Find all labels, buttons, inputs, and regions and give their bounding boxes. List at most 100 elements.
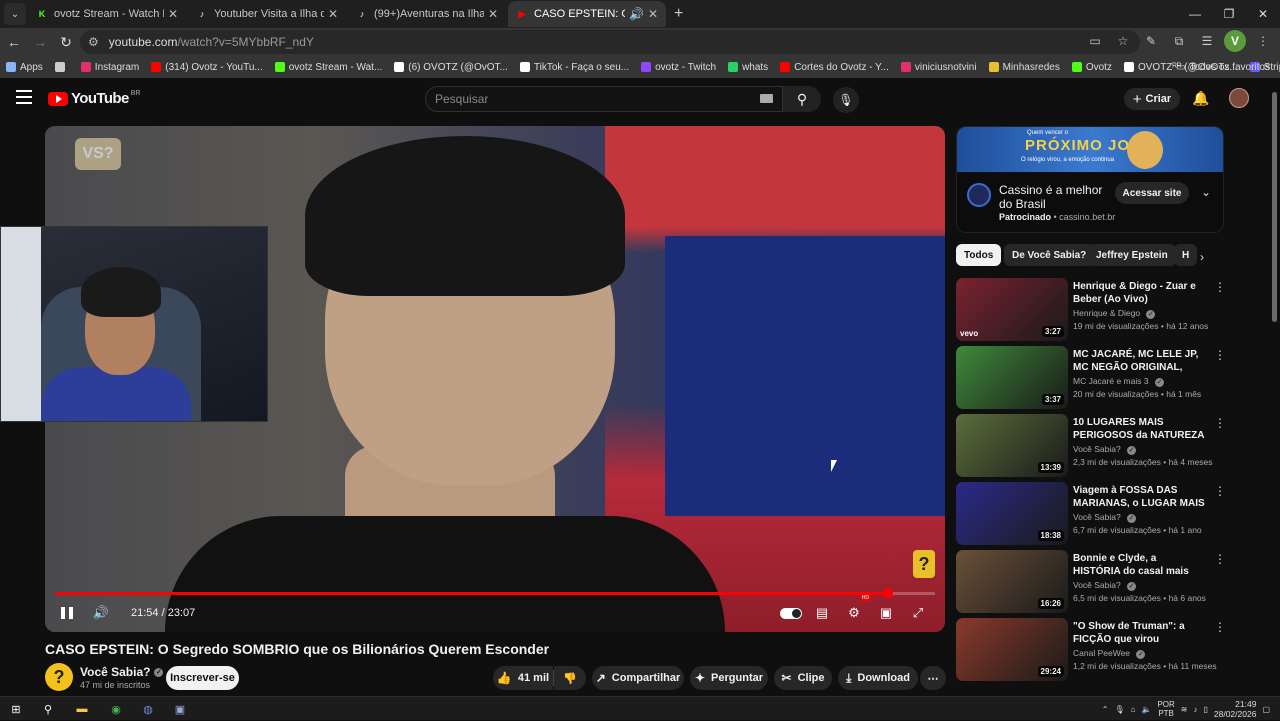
more-actions-button[interactable]: ⋯ — [920, 666, 946, 690]
page-scrollbar[interactable] — [1270, 80, 1280, 696]
autoplay-toggle[interactable] — [779, 598, 803, 628]
browser-menu-icon[interactable]: ⋮ — [1252, 30, 1274, 52]
search-input[interactable]: Pesquisar — [425, 86, 783, 112]
address-bar[interactable]: ⚙ youtube.com/watch?v=5MYbbRF_ndY — [80, 30, 1140, 54]
channel-name-link[interactable]: Você Sabia? ✓ — [80, 665, 164, 679]
recommended-channel[interactable]: Canal PeeWee ✓ — [1073, 648, 1146, 659]
recommended-channel[interactable]: Você Sabia? ✓ — [1073, 512, 1137, 523]
forward-button[interactable]: → — [28, 30, 52, 54]
account-avatar[interactable] — [1229, 88, 1249, 108]
video-thumbnail[interactable]: 18:38 — [956, 482, 1068, 545]
ad-banner[interactable]: Quem vencer o PRÓXIMO JOGO! O relógio vi… — [957, 127, 1223, 172]
extensions-puzzle-icon[interactable]: ⧉ — [1168, 30, 1190, 52]
terminal-icon[interactable]: ▣ — [170, 699, 190, 719]
more-vert-icon[interactable]: ⋮ — [1214, 552, 1226, 566]
browser-tab[interactable]: ▶ CASO EPSTEIN: O Segredo 🔊 ✕ — [508, 1, 666, 27]
like-button[interactable]: 👍 41 mil — [493, 666, 553, 690]
browser-tab[interactable]: ♪ (99+)Aventuras na Ilha de Epst ✕ — [348, 1, 506, 27]
recommended-title[interactable]: Viagem à FOSSA DAS MARIANAS, o LUGAR MAI… — [1073, 484, 1206, 510]
tab-close-icon[interactable]: ✕ — [648, 7, 658, 21]
chrome-icon[interactable]: ◉ — [106, 699, 126, 719]
file-explorer-icon[interactable]: ▬ — [72, 699, 92, 719]
recommended-video[interactable]: vevo 3:27 Henrique & Diego - Zuar e Beber … — [956, 278, 1226, 342]
notifications-bell-icon[interactable]: 🔔 — [1192, 90, 1209, 107]
reload-button[interactable]: ↻ — [54, 30, 78, 54]
windows-start-icon[interactable]: ⊞ — [6, 699, 26, 719]
bookmark-item[interactable]: (6) OVOTZ (@OvOT... — [388, 62, 514, 73]
ask-button[interactable]: ✦ Perguntar — [690, 666, 768, 690]
pause-button[interactable] — [57, 598, 77, 628]
bookmark-item[interactable]: Minhasredes — [983, 62, 1066, 73]
bookmark-item[interactable]: Cortes do Ovotz - Y... — [774, 62, 895, 73]
tray-volume-icon[interactable]: 🔈 — [1141, 705, 1151, 714]
recommended-title[interactable]: Bonnie e Clyde, a HISTÓRIA do casal mais… — [1073, 552, 1206, 578]
keyboard-icon[interactable] — [760, 94, 773, 103]
settings-gear-icon[interactable]: ⚙ HD — [843, 595, 870, 628]
recommended-channel[interactable]: Você Sabia? ✓ — [1073, 580, 1137, 591]
recommended-channel[interactable]: Você Sabia? ✓ — [1073, 444, 1137, 455]
back-button[interactable]: ← — [2, 30, 26, 54]
subscribe-button[interactable]: Inscrever-se — [166, 666, 239, 690]
recommended-channel[interactable]: MC Jacaré e mais 3 ✓ — [1073, 376, 1164, 387]
browser-tab[interactable]: Kovotz Stream - Watch Live on K ✕ — [28, 1, 186, 27]
notification-center-icon[interactable]: ▢ — [1262, 705, 1270, 714]
channel-branding-badge[interactable]: ? — [913, 550, 935, 578]
browser-tab[interactable]: ♪ Youtuber Visita a Ilha de Epste ✕ — [188, 1, 346, 27]
tray-speaker-icon[interactable]: ♪ — [1193, 705, 1197, 714]
more-vert-icon[interactable]: ⋮ — [1214, 620, 1226, 634]
search-button[interactable]: ⚲ — [783, 86, 821, 112]
tray-battery-icon[interactable]: ▯ — [1203, 705, 1207, 714]
more-vert-icon[interactable]: ⋮ — [1214, 416, 1226, 430]
video-thumbnail[interactable]: 13:39 — [956, 414, 1068, 477]
bookmark-item[interactable]: Apps — [0, 62, 49, 73]
more-vert-icon[interactable]: ⋮ — [1214, 348, 1226, 362]
video-thumbnail[interactable]: 16:26 — [956, 550, 1068, 613]
clock[interactable]: 21:49 28/02/2026 — [1214, 699, 1257, 719]
fullscreen-icon[interactable]: ⤢ — [907, 598, 929, 628]
bookmark-star-icon[interactable]: ☆ — [1112, 30, 1134, 52]
subtitles-icon[interactable]: ▤ — [811, 598, 833, 628]
chevron-right-icon[interactable]: › — [1200, 250, 1204, 264]
scrollbar-thumb[interactable] — [1272, 92, 1277, 322]
close-window-button[interactable]: ✕ — [1246, 0, 1280, 28]
recommended-video[interactable]: 16:26 Bonnie e Clyde, a HISTÓRIA do casal… — [956, 550, 1226, 614]
profile-avatar[interactable]: V — [1224, 30, 1246, 52]
bookmark-item[interactable]: ovotz - Twitch — [635, 62, 722, 73]
filter-chip[interactable]: Jeffrey Epstein — [1088, 244, 1176, 266]
tray-wifi-icon[interactable]: ≋ — [1181, 705, 1188, 714]
bookmark-item[interactable]: ovotz Stream - Wat... — [269, 62, 389, 73]
discord-icon[interactable]: ◍ — [138, 699, 158, 719]
bookmark-item[interactable]: Ovotz — [1066, 62, 1118, 73]
progress-bar[interactable] — [55, 588, 935, 598]
create-button[interactable]: + Criar — [1124, 88, 1180, 110]
cast-icon[interactable]: ▭ — [1084, 30, 1106, 52]
tray-chevron-icon[interactable]: ⌃ — [1102, 705, 1109, 714]
channel-avatar[interactable]: ? — [45, 663, 73, 691]
video-thumbnail[interactable]: 3:37 — [956, 346, 1068, 409]
voice-search-button[interactable]: 🎙 — [833, 87, 859, 113]
recommended-video[interactable]: 3:37 MC JACARÉ, MC LELE JP, MC NEGÃO ORIG… — [956, 346, 1226, 410]
video-thumbnail[interactable]: vevo 3:27 — [956, 278, 1068, 341]
recommended-title[interactable]: 10 LUGARES MAIS PERIGOSOS da NATUREZA — [1073, 416, 1206, 442]
download-button[interactable]: ⤓ Download — [838, 666, 918, 690]
menu-icon[interactable] — [16, 90, 32, 104]
visit-site-button[interactable]: Acessar site — [1115, 182, 1189, 204]
bookmark-item[interactable]: whats — [722, 62, 774, 73]
recommended-video[interactable]: 29:24 "O Show de Truman": a FICÇÃO que vi… — [956, 618, 1226, 682]
tab-audio-icon[interactable]: 🔊 — [629, 7, 644, 21]
volume-icon[interactable]: 🔊 — [91, 598, 111, 628]
chevron-down-icon[interactable]: ⌄ — [1201, 185, 1211, 199]
share-button[interactable]: ↗ Compartilhar — [592, 666, 684, 690]
tab-search-button[interactable]: ⌄ — [4, 3, 26, 25]
extension-icon[interactable]: ✎ — [1140, 30, 1162, 52]
bookmark-item[interactable] — [49, 62, 75, 72]
bookmark-item[interactable]: Instagram — [75, 62, 145, 73]
recommended-channel[interactable]: Henrique & Diego ✓ — [1073, 308, 1156, 319]
recommended-title[interactable]: Henrique & Diego - Zuar e Beber (Ao Vivo… — [1073, 280, 1206, 306]
all-favorites-button[interactable]: ▭ Todos os favoritos — [1176, 56, 1270, 78]
site-info-icon[interactable]: ⚙ — [88, 35, 99, 49]
more-vert-icon[interactable]: ⋮ — [1214, 280, 1226, 294]
new-tab-button[interactable]: + — [674, 5, 683, 23]
restore-button[interactable]: ❐ — [1212, 0, 1246, 28]
dislike-button[interactable]: 👎 — [554, 666, 586, 690]
